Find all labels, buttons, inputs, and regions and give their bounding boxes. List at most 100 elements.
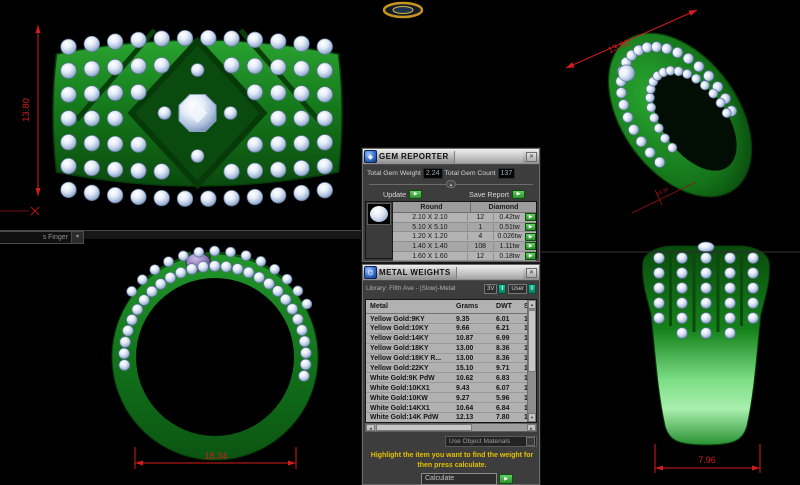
viewport-bottom-render[interactable] (615, 240, 800, 455)
scroll-left-icon[interactable]: ◄ (366, 424, 375, 431)
close-icon[interactable]: ✕ (526, 267, 537, 278)
metal-name-cell: Yellow Gold:14KY (370, 335, 429, 343)
calculate-run-button[interactable]: ▶ (499, 474, 513, 484)
scrollbar-thumb[interactable] (376, 424, 472, 431)
metal-weights-title: METAL WEIGHTS (379, 268, 451, 277)
vertical-scrollbar[interactable]: ▲ ▼ (527, 300, 536, 422)
metal-table-rows: Yellow Gold:9KY9.356.0111.08Yellow Gold:… (366, 314, 536, 422)
titlebar-grip[interactable] (453, 150, 523, 163)
dwt-cell: 6.84 (496, 404, 510, 412)
gem-row-run-button[interactable]: ▶ (525, 252, 536, 261)
close-icon[interactable]: ✕ (526, 151, 537, 162)
metal-table-row[interactable]: White Gold:9K PdW10.626.8312.55 (366, 373, 536, 384)
gem-weight-cell: 0.42tw (492, 213, 526, 221)
gem-row-run-button[interactable]: ▶ (525, 213, 536, 222)
gem-size-cell: 1.60 X 1.60 (412, 252, 448, 260)
update-button[interactable]: ▶ (409, 190, 423, 199)
scroll-up-icon[interactable]: ▲ (528, 300, 536, 309)
grams-cell: 13.00 (456, 355, 474, 363)
metal-name-cell: White Gold:14K PdW (370, 414, 439, 422)
metal-name-cell: Yellow Gold:18KY (370, 345, 429, 353)
sv-info-badge[interactable]: i (498, 283, 507, 294)
grams-cell: 9.43 (456, 384, 470, 392)
grams-cell: 12.13 (456, 414, 474, 422)
metal-weights-titlebar[interactable]: ⌬ METAL WEIGHTS ✕ (363, 265, 539, 281)
metal-table-row[interactable]: White Gold:14K PdW12.137.8014.32 (366, 413, 536, 422)
user-button[interactable]: User (508, 283, 527, 294)
gem-table-row[interactable]: 5.10 X 5.10 1 0.51tw ▶ (393, 222, 536, 233)
calculate-button[interactable]: Calculate (421, 473, 498, 485)
gem-thumbnail[interactable] (367, 203, 391, 225)
dwt-cell: 6.01 (496, 315, 510, 323)
grams-cell: 9.66 (456, 325, 470, 333)
shape-header: Round (420, 204, 443, 211)
metal-table-row[interactable]: Yellow Gold:14KY10.876.9912.88 (366, 334, 536, 344)
metal-table-row[interactable]: Yellow Gold:10KY9.666.2111.45 (366, 324, 536, 334)
gem-reporter-titlebar[interactable]: ◆ GEM REPORTER ✕ (363, 149, 539, 165)
gem-reporter-icon: ◆ (364, 150, 377, 163)
metal-table-row[interactable]: White Gold:10KW9.275.9610.95 (366, 393, 536, 404)
gem-totals-row: Total Gem Weight 2.24 Total Gem Count 13… (363, 166, 539, 181)
gem-size-cell: 2.10 X 2.10 (412, 213, 448, 221)
metal-name-cell: Yellow Gold:22KY (370, 364, 429, 372)
gem-table-row[interactable]: 1.40 X 1.40 108 1.11tw ▶ (393, 242, 536, 252)
metal-table-row[interactable]: Yellow Gold:22KY15.109.7117.85 (366, 363, 536, 374)
horizontal-scrollbar[interactable]: ◄ ► (365, 423, 537, 432)
viewport-perspective-render[interactable] (548, 0, 800, 258)
scrollbar-thumb[interactable] (528, 310, 536, 372)
gem-table-row[interactable]: 1.20 X 1.20 4 0.026tw ▶ (393, 232, 536, 243)
metal-name-cell: White Gold:9K PdW (370, 374, 435, 382)
grams-cell: 13.00 (456, 345, 474, 353)
viewport-divider: s Finger ▾ (0, 230, 400, 244)
dwt-cell: 6.99 (496, 335, 510, 343)
gem-row-run-button[interactable]: ▶ (525, 232, 536, 241)
dwt-cell: 6.07 (496, 384, 510, 392)
metal-table-header: Metal Grams DWT SPG (366, 300, 536, 314)
gem-count-cell: 12 (466, 213, 493, 221)
grams-cell: 10.62 (456, 374, 474, 382)
metal-name-cell: White Gold:10KW (370, 394, 428, 402)
col-header-metal: Metal (370, 303, 388, 310)
metal-table-row[interactable]: Yellow Gold:9KY9.356.0111.08 (366, 314, 536, 324)
viewport-selector-dropdown[interactable]: s Finger ▾ (0, 231, 84, 244)
gem-table-row[interactable]: 2.10 X 2.10 12 0.42tw ▶ (393, 213, 536, 223)
gem-size-cell: 5.10 X 5.10 (412, 223, 448, 231)
top-gem (697, 241, 715, 253)
save-report-button[interactable]: ▶ (512, 190, 525, 199)
metal-name-cell: Yellow Gold:18KY R... (370, 355, 442, 363)
application-window: 13.80 13.80 18.34 18.34 7.96 s Finger ▾ … (0, 0, 800, 485)
dwt-cell: 7.80 (496, 414, 510, 422)
materials-dropdown[interactable]: Use Object Materials (445, 436, 537, 447)
gem-count-cell: 4 (466, 233, 493, 241)
viewport-front-render[interactable] (40, 14, 355, 214)
gem-row-run-button[interactable]: ▶ (525, 223, 536, 232)
metal-table-row[interactable]: White Gold:10KX19.436.0711.18 (366, 383, 536, 394)
scroll-down-icon[interactable]: ▼ (528, 413, 536, 422)
gem-reporter-title: GEM REPORTER (379, 152, 449, 161)
gem-table-row[interactable]: 1.60 X 1.60 12 0.18tw ▶ (393, 251, 536, 262)
metal-weights-icon: ⌬ (364, 266, 377, 279)
sv-button[interactable]: 3V (483, 283, 498, 294)
viewport-selector-label: s Finger (42, 234, 68, 241)
gem-count-cell: 108 (466, 242, 493, 250)
grams-cell: 9.27 (456, 394, 470, 402)
grams-cell: 15.10 (456, 364, 474, 372)
gem-row-run-button[interactable]: ▶ (525, 242, 536, 251)
metal-name-cell: Yellow Gold:10KY (370, 325, 429, 333)
metal-table-row[interactable]: Yellow Gold:18KY13.008.3615.47 (366, 344, 536, 354)
metal-table-row[interactable]: White Gold:14KX110.646.8412.65 (366, 403, 536, 413)
user-info-badge[interactable]: i (528, 283, 536, 294)
gold-oval-ornament (382, 1, 424, 19)
library-row: Library: Fifth Ave - (Slow)-Metal 3V i U… (363, 281, 539, 296)
metal-table-row[interactable]: Yellow Gold:18KY R...13.008.3615.47 (366, 354, 536, 364)
round-gem-icon (370, 206, 388, 222)
titlebar-grip[interactable] (455, 266, 523, 279)
chevron-down-icon[interactable]: ▾ (71, 232, 83, 243)
dimension-front-height: 13.80 (21, 25, 41, 196)
gem-weight-cell: 0.51tw (492, 223, 526, 231)
collapse-toggle-icon[interactable]: ▲ (446, 180, 456, 188)
dwt-cell: 5.96 (496, 394, 510, 402)
viewport-side-render[interactable] (100, 240, 330, 480)
dropdown-button[interactable] (526, 437, 535, 446)
scroll-right-icon[interactable]: ► (527, 424, 536, 431)
